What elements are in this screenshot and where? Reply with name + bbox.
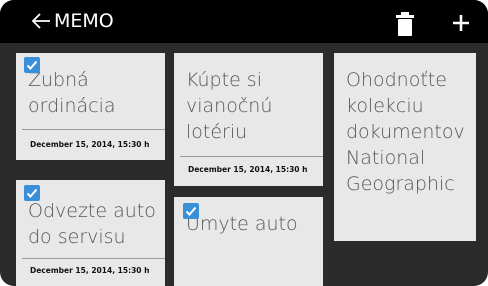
note-text: Umyte auto xyxy=(186,211,298,237)
note-text-line: kolekciu xyxy=(346,95,424,117)
note-checkbox[interactable] xyxy=(24,57,40,73)
note-text-line: do servisu xyxy=(28,226,126,248)
note-checkbox[interactable] xyxy=(24,185,40,201)
note-text: Zubná ordinácia xyxy=(28,67,116,119)
note-text-line: ordinácia xyxy=(28,95,116,117)
note-date: December 15, 2014, 15:30 h xyxy=(188,165,308,174)
note-card[interactable]: Ohodnoťte kolekciu dokumentov National G… xyxy=(334,53,476,241)
note-text-line: lotériu xyxy=(186,121,248,143)
note-divider xyxy=(180,156,323,157)
note-text-line: Zubná xyxy=(28,69,89,91)
app-bar: MEMO xyxy=(0,0,488,43)
note-card[interactable]: Kúpte si vianočnú lotériu December 15, 2… xyxy=(174,53,323,186)
plus-icon[interactable] xyxy=(452,14,470,32)
note-text-line: National xyxy=(346,147,426,169)
memo-app: MEMO Zubná ordinácia December 15, 2014, … xyxy=(0,0,488,286)
note-date: December 15, 2014, 15:30 h xyxy=(30,266,150,275)
note-text: Ohodnoťte kolekciu dokumentov National G… xyxy=(346,67,465,197)
note-text-line: vianočnú xyxy=(186,95,273,117)
note-text-line: dokumentov xyxy=(346,121,465,143)
app-title: MEMO xyxy=(54,10,114,32)
note-text-line: Kúpte si xyxy=(186,69,262,91)
back-arrow-icon[interactable] xyxy=(30,10,52,32)
note-divider xyxy=(22,129,165,130)
note-checkbox[interactable] xyxy=(183,203,199,219)
note-text: Kúpte si vianočnú lotériu xyxy=(186,67,272,145)
note-text-line: Umyte auto xyxy=(186,213,298,235)
note-text: Odvezte auto do servisu xyxy=(28,198,156,250)
trash-icon[interactable] xyxy=(396,12,414,36)
note-date: December 15, 2014, 15:30 h xyxy=(30,140,150,149)
note-text-line: Ohodnoťte xyxy=(346,69,447,91)
note-text-line: Geographic xyxy=(346,173,455,195)
note-divider xyxy=(22,258,165,259)
note-text-line: Odvezte auto xyxy=(28,200,156,222)
